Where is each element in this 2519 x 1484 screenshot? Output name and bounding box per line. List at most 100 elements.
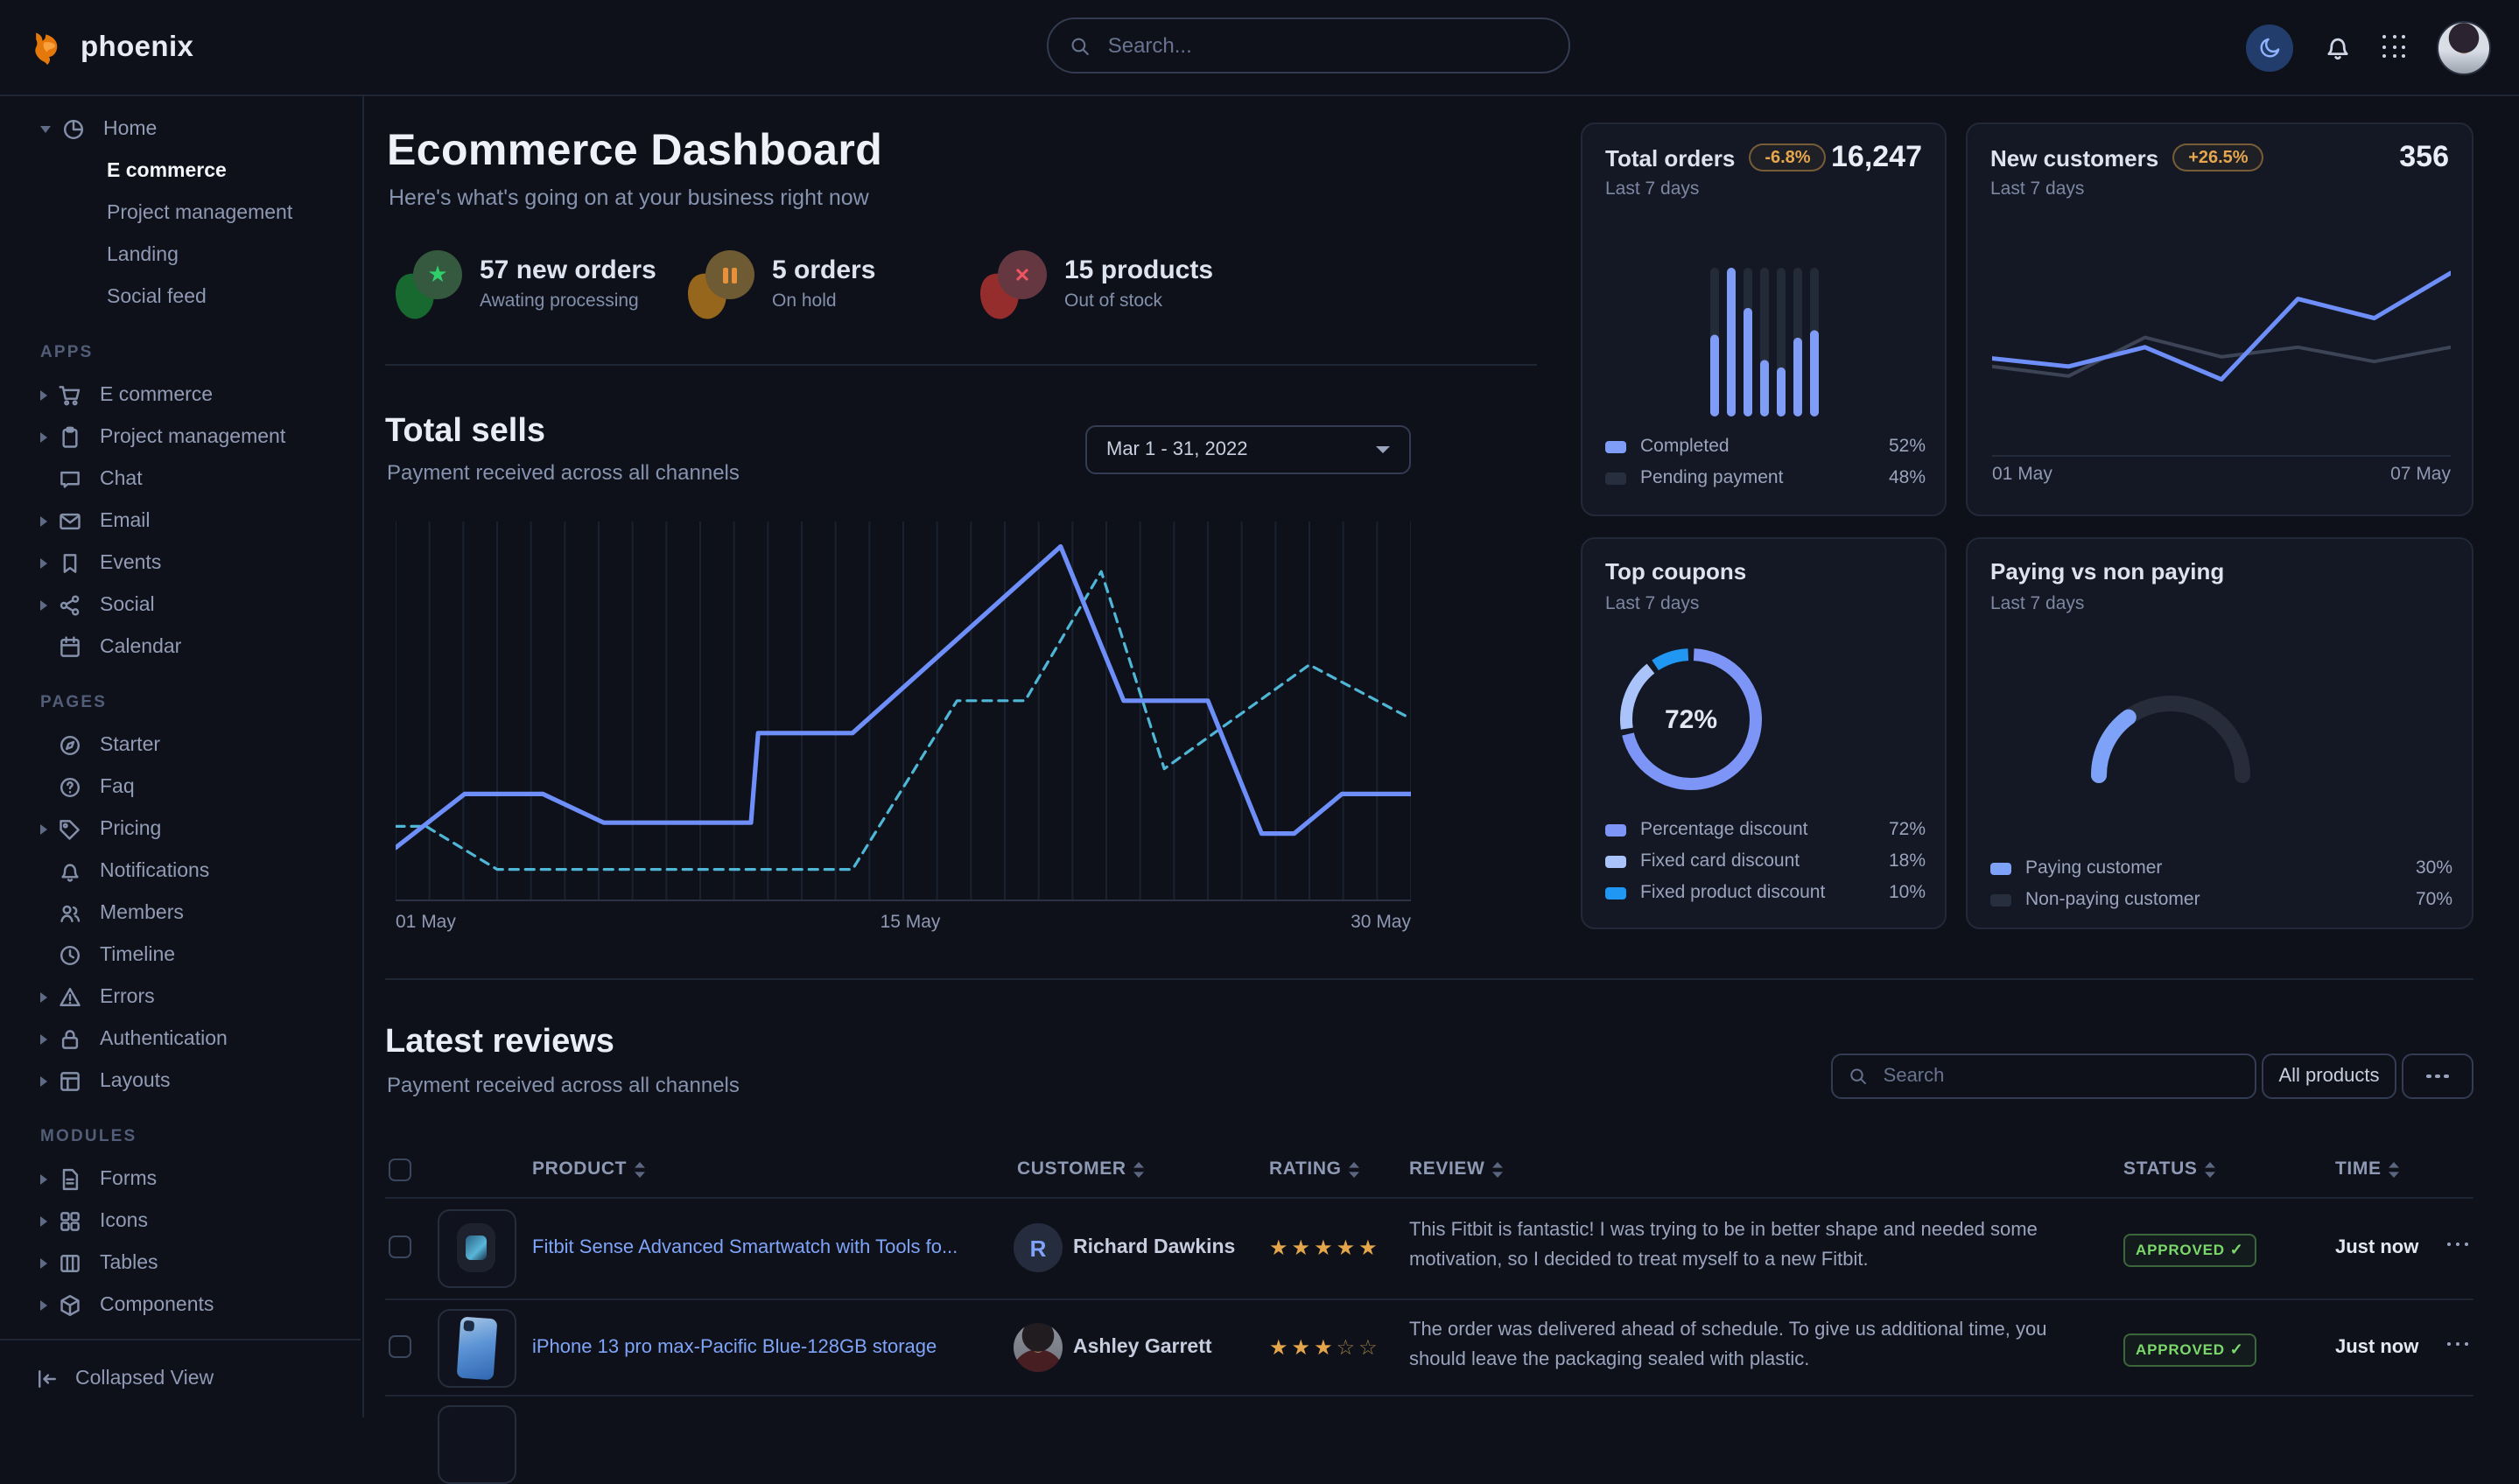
- product-thumbnail[interactable]: [438, 1405, 516, 1484]
- sidebar-section-pages: PAGES: [40, 693, 362, 718]
- dark-mode-toggle[interactable]: [2246, 24, 2293, 71]
- question-circle-icon: [58, 775, 82, 800]
- new-customers-value: 356: [2399, 140, 2449, 175]
- chevron-right-icon: [40, 1216, 47, 1227]
- sidebar-item-label: Faq: [100, 777, 135, 798]
- table-divider: [385, 1395, 2473, 1396]
- row-actions-button[interactable]: [2447, 1242, 2468, 1247]
- sidebar-item-label: Members: [100, 903, 184, 924]
- moon-icon: [2257, 35, 2282, 60]
- customer-avatar[interactable]: R: [1014, 1223, 1063, 1272]
- customer-avatar[interactable]: [1014, 1323, 1063, 1372]
- chevron-right-icon: [40, 600, 47, 611]
- row-actions-button[interactable]: [2447, 1342, 2468, 1347]
- sidebar-item-errors[interactable]: Errors: [0, 976, 362, 1018]
- sidebar-item-label: Timeline: [100, 945, 175, 966]
- global-search[interactable]: [1047, 18, 1570, 74]
- global-search-input[interactable]: [1105, 32, 1547, 60]
- column-label: RATING: [1269, 1158, 1342, 1180]
- column-header-time[interactable]: TIME: [2335, 1158, 2401, 1180]
- sidebar-item-icons[interactable]: Icons: [0, 1200, 362, 1242]
- phoenix-logo[interactable]: phoenix: [28, 28, 193, 66]
- trend-badge: -6.8%: [1749, 144, 1826, 172]
- select-all-checkbox[interactable]: [389, 1158, 411, 1181]
- column-header-review[interactable]: REVIEW: [1409, 1158, 1504, 1180]
- legend-label: Fixed product discount: [1640, 882, 1825, 903]
- row-checkbox[interactable]: [389, 1335, 411, 1358]
- product-link[interactable]: Fitbit Sense Advanced Smartwatch with To…: [532, 1237, 958, 1258]
- legend-label: Non-paying customer: [2025, 889, 2200, 910]
- more-options-button[interactable]: [2402, 1054, 2473, 1099]
- chevron-right-icon: [40, 824, 47, 835]
- sidebar-item-faq[interactable]: Faq: [0, 766, 362, 808]
- sidebar-item-components[interactable]: Components: [0, 1284, 362, 1326]
- sidebar-item-starter[interactable]: Starter: [0, 724, 362, 766]
- collapsed-view-toggle[interactable]: Collapsed View: [0, 1339, 361, 1418]
- sidebar-item-events[interactable]: Events: [0, 542, 362, 584]
- layout-icon: [58, 1069, 82, 1094]
- apps-grid-icon[interactable]: [2382, 35, 2407, 60]
- sidebar-item-landing[interactable]: Landing: [0, 234, 362, 276]
- legend-paying-customer: Paying customer 30%: [1990, 858, 2452, 878]
- sidebar-item-e-commerce-home[interactable]: E commerce: [0, 150, 362, 192]
- column-label: PRODUCT: [532, 1158, 627, 1180]
- axis-line: [1992, 455, 2451, 457]
- x-axis-tick: 01 May: [396, 912, 456, 933]
- chevron-right-icon: [40, 432, 47, 443]
- date-range-select[interactable]: Mar 1 - 31, 2022: [1085, 425, 1411, 474]
- sidebar-item-email[interactable]: Email: [0, 500, 362, 542]
- sidebar-item-chat[interactable]: Chat: [0, 458, 362, 500]
- legend-fixed-card-discount: Fixed card discount 18%: [1605, 850, 1926, 872]
- product-thumbnail-iphone[interactable]: [438, 1309, 516, 1388]
- column-header-customer[interactable]: CUSTOMER: [1017, 1158, 1146, 1180]
- stat-subtitle: On hold: [772, 290, 875, 312]
- column-header-product[interactable]: PRODUCT: [532, 1158, 646, 1180]
- card-title: Paying vs non paying: [1990, 558, 2224, 584]
- sidebar-item-calendar[interactable]: Calendar: [0, 626, 362, 668]
- user-avatar[interactable]: [2437, 20, 2491, 74]
- reviews-search-input[interactable]: [1880, 1064, 2239, 1088]
- all-products-button[interactable]: All products: [2262, 1054, 2396, 1099]
- reviews-search[interactable]: [1831, 1054, 2256, 1099]
- column-header-status[interactable]: STATUS: [2123, 1158, 2217, 1180]
- legend-completed: Completed 52%: [1605, 436, 1926, 457]
- sidebar-item-tables[interactable]: Tables: [0, 1242, 362, 1284]
- sidebar-item-layouts[interactable]: Layouts: [0, 1060, 362, 1102]
- sidebar-item-social[interactable]: Social: [0, 584, 362, 626]
- order-stats: ★ 57 new orders Awating processing 5 ord…: [396, 248, 1243, 318]
- sidebar-item-timeline[interactable]: Timeline: [0, 934, 362, 976]
- row-checkbox[interactable]: [389, 1236, 411, 1258]
- sidebar-item-notifications[interactable]: Notifications: [0, 850, 362, 892]
- sidebar-item-forms[interactable]: Forms: [0, 1158, 362, 1200]
- new-orders-star-icon: ★: [396, 248, 462, 318]
- review-time: Just now: [2335, 1237, 2418, 1258]
- sidebar-item-label: Errors: [100, 987, 155, 1008]
- sidebar-item-project-management-app[interactable]: Project management: [0, 416, 362, 458]
- sidebar-section-apps: APPS: [40, 343, 362, 368]
- sidebar-item-social-feed[interactable]: Social feed: [0, 276, 362, 318]
- x-axis-labels: 01 May 07 May: [1992, 464, 2451, 485]
- sidebar-item-authentication[interactable]: Authentication: [0, 1018, 362, 1060]
- sidebar-item-label: Pricing: [100, 819, 161, 840]
- bookmark-icon: [58, 551, 82, 576]
- sidebar-item-label: Events: [100, 553, 161, 574]
- sidebar-item-project-management-home[interactable]: Project management: [0, 192, 362, 234]
- sidebar-item-label: Components: [100, 1295, 214, 1316]
- legend-label: Paying customer: [2025, 858, 2162, 878]
- product-link[interactable]: iPhone 13 pro max-Pacific Blue-128GB sto…: [532, 1337, 937, 1358]
- legend-label: Fixed card discount: [1640, 850, 1800, 872]
- sidebar-item-label: Icons: [100, 1211, 148, 1232]
- clipboard-icon: [58, 425, 82, 450]
- page-title: Ecommerce Dashboard: [387, 126, 882, 177]
- bell-icon[interactable]: [2323, 32, 2353, 63]
- legend-value: 72%: [1889, 819, 1926, 840]
- sidebar-item-members[interactable]: Members: [0, 892, 362, 934]
- column-header-rating[interactable]: RATING: [1269, 1158, 1361, 1180]
- product-thumbnail-fitbit[interactable]: [438, 1209, 516, 1288]
- top-navbar: phoenix: [0, 0, 2519, 96]
- top-coupons-card: Top coupons Last 7 days 72% Percentage d…: [1581, 537, 1947, 929]
- sidebar-item-pricing[interactable]: Pricing: [0, 808, 362, 850]
- sidebar-item-home[interactable]: Home: [0, 108, 362, 150]
- ecommerce-dashboard-page: phoenix: [0, 0, 2519, 1418]
- sidebar-item-ecommerce-app[interactable]: E commerce: [0, 374, 362, 416]
